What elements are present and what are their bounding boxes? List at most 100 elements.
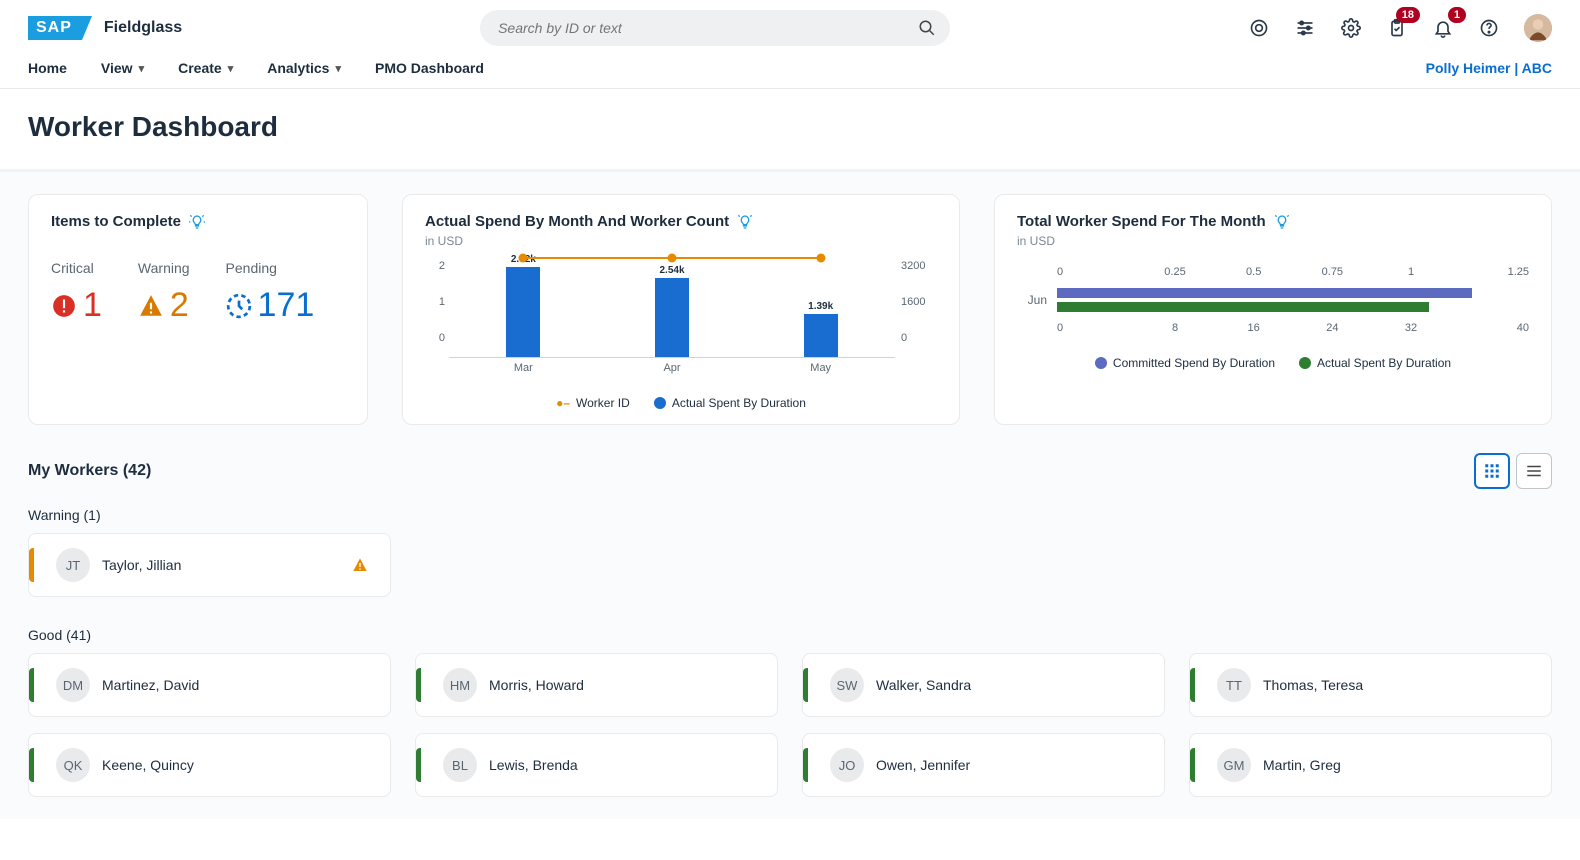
worker-card[interactable]: QK Keene, Quincy <box>28 733 391 797</box>
product-name: Fieldglass <box>104 19 182 37</box>
card-subtitle: in USD <box>425 234 937 248</box>
nav-item-analytics[interactable]: Analytics▾ <box>267 60 341 76</box>
nav-item-home[interactable]: Home <box>28 60 67 76</box>
sliders-icon[interactable] <box>1294 17 1316 39</box>
user-avatar[interactable] <box>1524 14 1552 42</box>
card-items-to-complete: Items to Complete Critical 1 Warnin <box>28 194 368 425</box>
line-point <box>668 254 677 263</box>
worker-initials: JO <box>830 748 864 782</box>
worker-initials: JT <box>56 548 90 582</box>
card-title: Items to Complete <box>51 213 181 230</box>
my-workers-title: My Workers (42) <box>28 462 151 480</box>
legend-worker-id: ●– Worker ID <box>556 396 630 410</box>
warning-icon <box>138 293 164 319</box>
worker-card[interactable]: TT Thomas, Teresa <box>1189 653 1552 717</box>
critical-icon <box>51 293 77 319</box>
legend-actual: Actual Spent By Duration <box>1299 356 1451 370</box>
page-title: Worker Dashboard <box>0 89 1580 172</box>
top-header: SAP Fieldglass 18 1 <box>0 0 1580 56</box>
chevron-down-icon: ▾ <box>335 62 341 75</box>
bar <box>804 314 838 357</box>
card-actual-spend-by-month: Actual Spend By Month And Worker Count i… <box>402 194 960 425</box>
worker-name: Owen, Jennifer <box>876 757 970 773</box>
x-category: May <box>746 358 895 374</box>
bell-badge: 1 <box>1448 7 1466 23</box>
worker-card[interactable]: JO Owen, Jennifer <box>802 733 1165 797</box>
main-content: Items to Complete Critical 1 Warnin <box>0 172 1580 819</box>
kpi-value: 1 <box>83 286 102 325</box>
help-icon[interactable] <box>1478 17 1500 39</box>
worker-initials: DM <box>56 668 90 702</box>
worker-name: Taylor, Jillian <box>102 557 181 573</box>
lightbulb-icon[interactable] <box>1274 214 1290 230</box>
worker-name: Martinez, David <box>102 677 199 693</box>
clipboard-badge: 18 <box>1396 7 1420 23</box>
lightbulb-icon[interactable] <box>189 214 205 230</box>
chevron-down-icon: ▾ <box>139 62 145 75</box>
x-category: Mar <box>449 358 598 374</box>
worker-initials: HM <box>443 668 477 702</box>
x-category: Apr <box>598 358 747 374</box>
worker-name: Walker, Sandra <box>876 677 971 693</box>
lightbulb-icon[interactable] <box>737 214 753 230</box>
worker-name: Lewis, Brenda <box>489 757 578 773</box>
nav-item-view[interactable]: View▾ <box>101 60 144 76</box>
list-view-button[interactable] <box>1516 453 1552 489</box>
line-point <box>519 254 528 263</box>
worker-initials: GM <box>1217 748 1251 782</box>
kpi-pending[interactable]: Pending 171 <box>226 260 315 325</box>
kpi-critical[interactable]: Critical 1 <box>51 260 102 325</box>
user-context-link[interactable]: Polly Heimer | ABC <box>1426 60 1552 76</box>
card-total-worker-spend: Total Worker Spend For The Month in USD … <box>994 194 1552 425</box>
worker-name: Thomas, Teresa <box>1263 677 1363 693</box>
kpi-value: 2 <box>170 286 189 325</box>
chevron-down-icon: ▾ <box>228 62 234 75</box>
worker-initials: TT <box>1217 668 1251 702</box>
kpi-label: Pending <box>226 260 315 276</box>
kpi-label: Critical <box>51 260 102 276</box>
search-icon[interactable] <box>918 19 936 37</box>
card-subtitle: in USD <box>1017 234 1529 248</box>
grid-view-button[interactable] <box>1474 453 1510 489</box>
hbar-actual <box>1057 302 1429 312</box>
nav-item-create[interactable]: Create▾ <box>178 60 233 76</box>
main-nav: HomeView▾Create▾Analytics▾PMO Dashboard … <box>0 56 1580 89</box>
worker-name: Keene, Quincy <box>102 757 194 773</box>
worker-initials: BL <box>443 748 477 782</box>
legend-actual-spent: Actual Spent By Duration <box>654 396 806 410</box>
worker-card[interactable]: SW Walker, Sandra <box>802 653 1165 717</box>
chart-actual-spend: 210 2.92k2.54k1.39k 320016000 <box>425 258 937 358</box>
global-search[interactable] <box>480 10 950 46</box>
clipboard-icon[interactable]: 18 <box>1386 17 1408 39</box>
target-icon[interactable] <box>1248 17 1270 39</box>
bar-value-label: 2.54k <box>647 265 697 276</box>
worker-card[interactable]: HM Morris, Howard <box>415 653 778 717</box>
settings-icon[interactable] <box>1340 17 1362 39</box>
worker-card[interactable]: JT Taylor, Jillian <box>28 533 391 597</box>
view-toggle <box>1474 453 1552 489</box>
sap-logo: SAP <box>28 16 82 40</box>
bell-icon[interactable]: 1 <box>1432 17 1454 39</box>
chart-total-worker-spend: 00.250.50.7511.25 Jun 0816243240 <box>1017 266 1529 334</box>
bar <box>655 278 689 357</box>
kpi-label: Warning <box>138 260 190 276</box>
clock-icon <box>226 293 252 319</box>
line-point <box>816 254 825 263</box>
group-warning-label: Warning (1) <box>28 507 1552 523</box>
worker-card[interactable]: DM Martinez, David <box>28 653 391 717</box>
card-title: Total Worker Spend For The Month <box>1017 213 1266 230</box>
nav-item-pmo-dashboard[interactable]: PMO Dashboard <box>375 60 484 76</box>
group-good-label: Good (41) <box>28 627 1552 643</box>
worker-card[interactable]: BL Lewis, Brenda <box>415 733 778 797</box>
header-icon-group: 18 1 <box>1248 14 1552 42</box>
worker-initials: QK <box>56 748 90 782</box>
worker-initials: SW <box>830 668 864 702</box>
search-input[interactable] <box>480 10 950 46</box>
legend-committed: Committed Spend By Duration <box>1095 356 1275 370</box>
kpi-value: 171 <box>258 286 315 325</box>
y-category: Jun <box>1017 293 1047 307</box>
worker-card[interactable]: GMMartin, Greg <box>1189 733 1552 797</box>
worker-name: Morris, Howard <box>489 677 584 693</box>
kpi-warning[interactable]: Warning 2 <box>138 260 190 325</box>
bar <box>506 267 540 357</box>
